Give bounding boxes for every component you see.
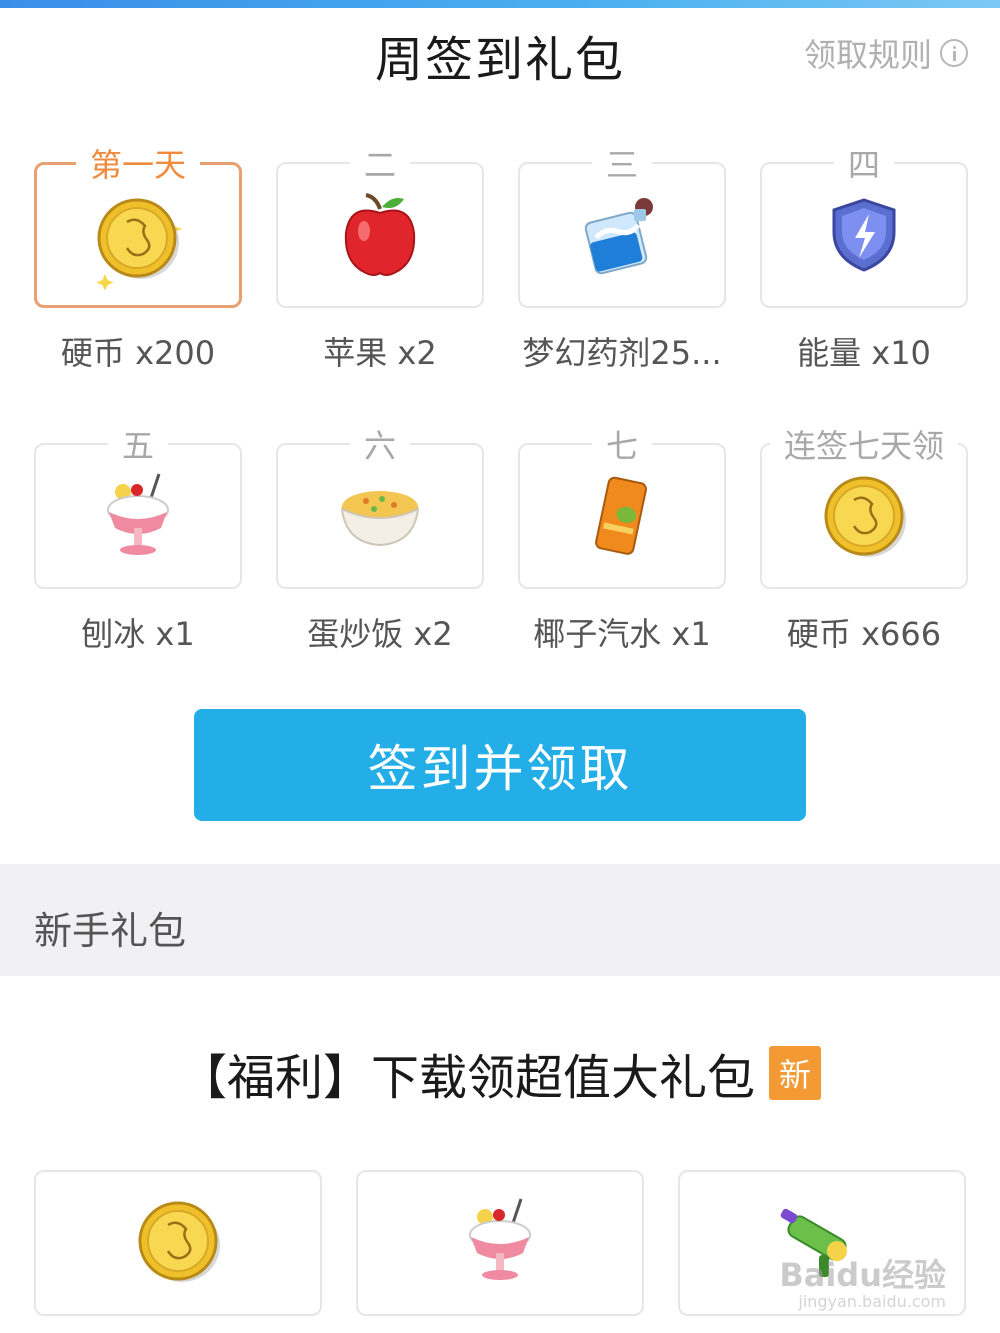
day-reward-label: 能量 x10 <box>797 334 931 372</box>
day-cell-4[interactable]: 四 能量 x10 <box>726 130 968 392</box>
day-reward-label: 梦幻药剂25... <box>522 334 722 372</box>
watermark-url: jingyan.baidu.com <box>798 1292 946 1311</box>
day-cell-5[interactable]: 五 刨冰 x1 <box>0 411 242 673</box>
section-title: 新手礼包 <box>34 909 187 953</box>
coin-icon <box>760 443 968 589</box>
day-cell-6[interactable]: 六 蛋炒饭 x2 <box>242 411 484 673</box>
day-reward-label: 蛋炒饭 x2 <box>307 615 453 653</box>
info-icon[interactable] <box>940 39 968 67</box>
potion-icon <box>518 162 726 308</box>
top-accent-bar <box>0 0 1000 8</box>
checkin-claim-button[interactable]: 签到并领取 <box>194 709 806 821</box>
day-cell-7[interactable]: 七 椰子汽水 x1 <box>484 411 726 673</box>
rules-link-label: 领取规则 <box>803 36 932 74</box>
coin-icon <box>128 1191 228 1295</box>
day-cell-bonus[interactable]: 连签七天领 硬币 x666 <box>726 411 968 673</box>
day-reward-label: 椰子汽水 x1 <box>533 615 711 653</box>
day-cell-2[interactable]: 二 苹果 x2 <box>242 130 484 392</box>
promo-card-shaved-ice[interactable] <box>356 1170 644 1316</box>
day-reward-label: 苹果 x2 <box>323 334 437 372</box>
coconut-soda-icon <box>518 443 726 589</box>
day-reward-label: 硬币 x666 <box>786 615 942 653</box>
coin-icon <box>34 162 242 308</box>
rules-link[interactable]: 领取规则 <box>804 30 968 76</box>
promo-title[interactable]: 【福利】下载领超值大礼包 新 <box>0 1038 1000 1108</box>
day-cell-1[interactable]: 第一天 硬币 x200 <box>0 130 242 392</box>
apple-icon <box>276 162 484 308</box>
shaved-ice-icon <box>455 1191 545 1295</box>
shaved-ice-icon <box>34 443 242 589</box>
watermark: Baidu经验 <box>779 1256 946 1294</box>
fried-rice-icon <box>276 443 484 589</box>
day-reward-label: 硬币 x200 <box>60 334 216 372</box>
header: 周签到礼包 领取规则 <box>0 8 1000 98</box>
day-cell-3[interactable]: 三 梦幻药剂25... <box>484 130 726 392</box>
promo-card-coin[interactable] <box>34 1170 322 1316</box>
new-badge: 新 <box>769 1046 822 1100</box>
day-reward-label: 刨冰 x1 <box>81 615 195 653</box>
section-header: 新手礼包 <box>0 864 1000 976</box>
promo-title-text: 【福利】下载领超值大礼包 <box>178 1050 755 1106</box>
energy-shield-icon <box>760 162 968 308</box>
